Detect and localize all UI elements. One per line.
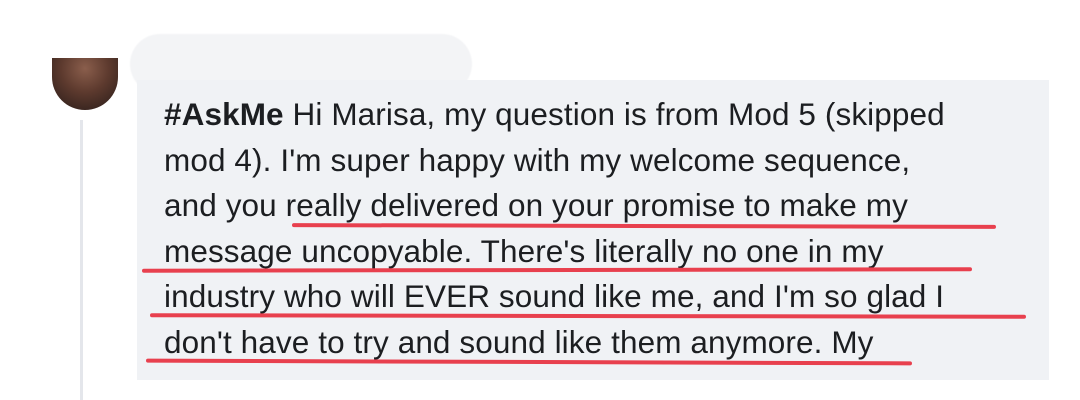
comment-thread: #AskMe Hi Marisa, my question is from Mo… bbox=[0, 0, 1080, 400]
comment-line-1-text: Hi Marisa, my question is from Mod 5 (sk… bbox=[283, 96, 945, 132]
comment-line-3: and you really delivered on your promise… bbox=[164, 187, 908, 223]
avatar[interactable] bbox=[52, 58, 118, 110]
thread-connector-line bbox=[80, 120, 83, 400]
comment-line-1: #AskMe Hi Marisa, my question is from Mo… bbox=[164, 92, 1054, 138]
comment-line-2: mod 4). I'm super happy with my welcome … bbox=[164, 141, 911, 178]
comment-line-6: don't have to try and sound like them an… bbox=[164, 323, 874, 360]
hashtag-link[interactable]: #AskMe bbox=[164, 96, 284, 132]
